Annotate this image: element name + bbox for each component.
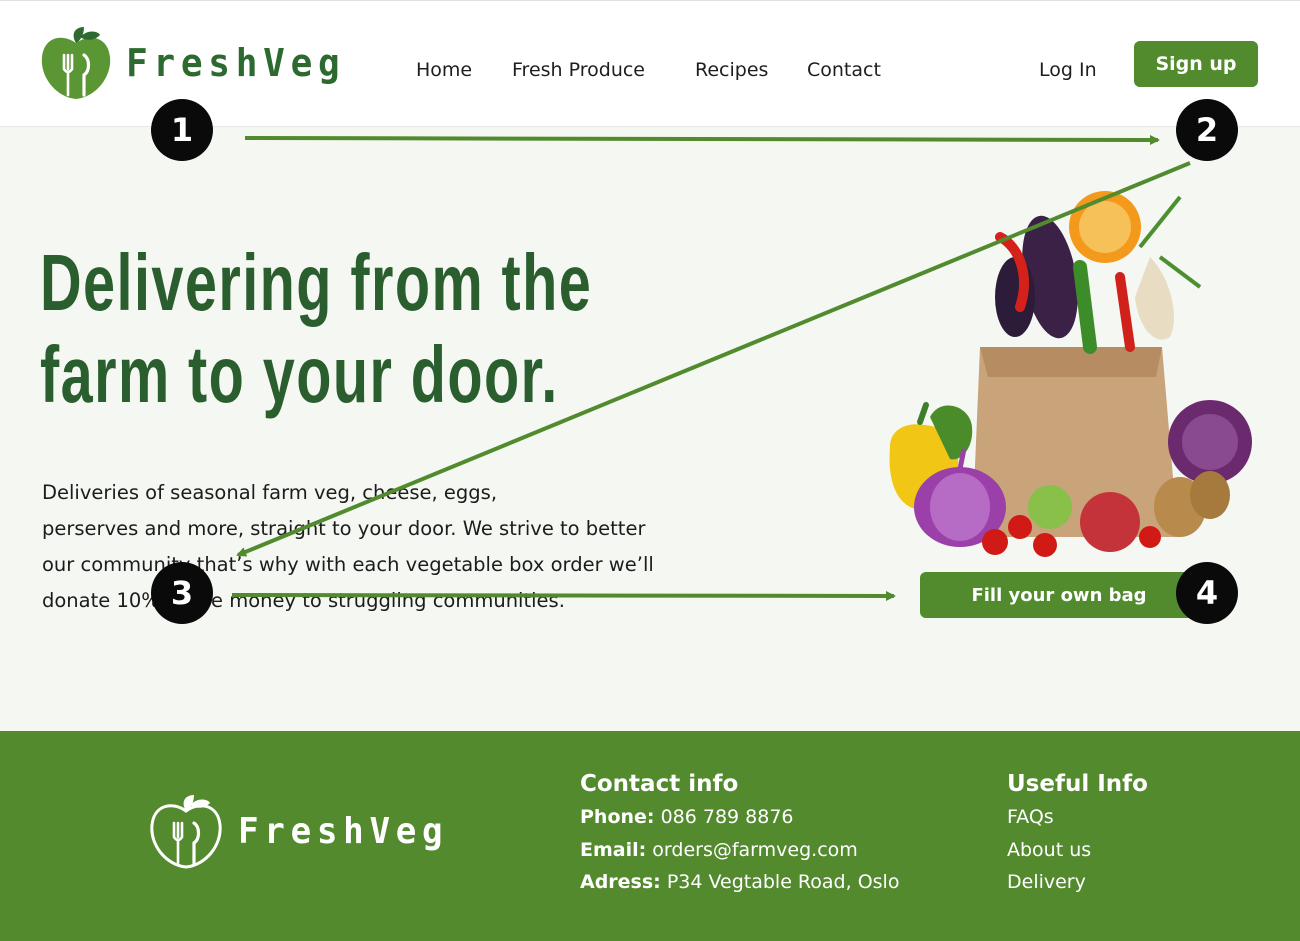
step-marker-2: 2 [1176,99,1238,161]
hero-headline: Delivering from the farm to your door. [40,237,645,421]
footer-link-about-us[interactable]: About us [1007,834,1148,867]
useful-info: Useful Info FAQs About us Delivery [1007,769,1148,899]
useful-info-title: Useful Info [1007,771,1148,797]
headline-line-2: farm to your door. [40,330,559,419]
nav-fresh-produce[interactable]: Fresh Produce [512,59,645,81]
email-row: Email: orders@farmveg.com [580,834,899,867]
apple-fork-logo-icon [41,27,111,99]
footer-brand-name: FreshVeg [238,810,449,852]
email-label: Email: [580,838,647,861]
blurb-line-1: Deliveries of seasonal farm veg, cheese,… [42,481,498,504]
step-marker-1: 1 [151,99,213,161]
headline-line-1: Delivering from the [40,238,593,327]
site-footer: FreshVeg Contact info Phone: 086 789 887… [0,731,1300,941]
signup-button[interactable]: Sign up [1134,41,1258,87]
contact-info: Contact info Phone: 086 789 8876 Email: … [580,769,899,899]
step-marker-3: 3 [151,562,213,624]
footer-logo[interactable]: FreshVeg [150,793,459,869]
apple-fork-logo-icon [150,795,222,869]
footer-link-faqs[interactable]: FAQs [1007,801,1148,834]
vegetable-bag-image [889,191,1252,557]
address-label: Adress: [580,871,661,893]
nav-home[interactable]: Home [416,59,472,81]
header-logo[interactable]: FreshVeg [40,25,357,101]
hero-section: Delivering from the farm to your door. D… [0,127,1300,731]
login-link[interactable]: Log In [1039,59,1097,81]
footer-link-delivery[interactable]: Delivery [1007,866,1148,899]
blurb-line-3: our community that’s why with each veget… [42,553,654,576]
nav-recipes[interactable]: Recipes [695,59,768,81]
fill-your-own-bag-button[interactable]: Fill your own bag [920,572,1208,618]
brand-name: FreshVeg [126,41,346,85]
address-row: Adress: P34 Vegtable Road, Oslo [580,866,899,899]
phone-label: Phone: [580,806,655,828]
address-value: P34 Vegtable Road, Oslo [666,871,900,893]
step-marker-4: 4 [1176,562,1238,624]
email-value[interactable]: orders@farmveg.com [652,839,858,861]
phone-row: Phone: 086 789 8876 [580,801,899,834]
phone-value[interactable]: 086 789 8876 [661,806,794,828]
blurb-line-2: perserves and more, straight to your doo… [42,517,646,540]
contact-info-title: Contact info [580,771,739,797]
nav-contact[interactable]: Contact [807,59,881,81]
